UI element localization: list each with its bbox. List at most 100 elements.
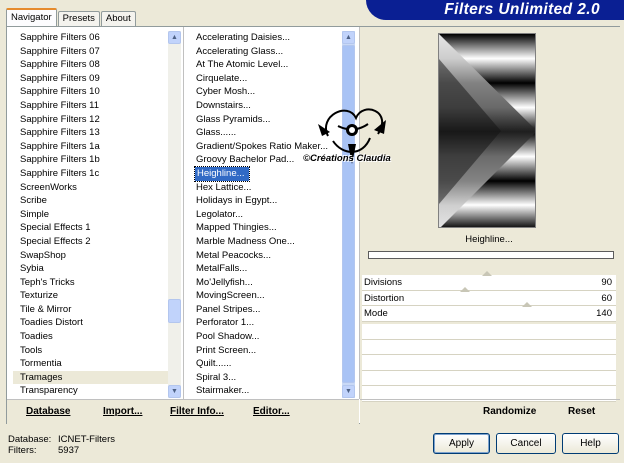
category-item[interactable]: Texturize <box>13 289 173 303</box>
parameter-value: 90 <box>601 277 612 288</box>
database-value: ICNET-Filters <box>58 434 115 445</box>
filter-item[interactable]: MetalFalls... <box>189 262 344 276</box>
empty-parameter-rows <box>362 324 616 402</box>
parameter-list: Divisions 90 Distortion 60 Mode 140 <box>362 271 616 322</box>
filters-label: Filters: <box>8 445 37 456</box>
category-item[interactable]: Tools <box>13 344 173 358</box>
category-item[interactable]: Simple <box>13 208 173 222</box>
import-button[interactable]: Import... <box>103 406 142 417</box>
filter-item[interactable]: Cirquelate... <box>189 72 344 86</box>
category-item[interactable]: Sapphire Filters 10 <box>13 85 173 99</box>
category-item[interactable]: Tramages <box>13 370 173 385</box>
tab-strip: Navigator Presets About <box>6 8 137 26</box>
parameter-label: Mode <box>364 308 388 319</box>
parameter-value: 140 <box>596 308 612 319</box>
filter-item[interactable]: Pool Shadow... <box>189 330 344 344</box>
category-item[interactable]: Toadies <box>13 330 173 344</box>
filter-item[interactable]: Panel Stripes... <box>189 303 344 317</box>
category-item[interactable]: Sapphire Filters 1c <box>13 167 173 181</box>
parameter-label: Distortion <box>364 292 405 304</box>
category-item[interactable]: Sapphire Filters 07 <box>13 45 173 59</box>
filter-item[interactable]: Accelerating Daisies... <box>189 31 344 45</box>
slider-marker-icon[interactable] <box>482 271 492 276</box>
category-item[interactable]: Sapphire Filters 1b <box>13 153 173 167</box>
category-item[interactable]: Teph's Tricks <box>13 276 173 290</box>
filter-item[interactable]: Stairmaker... <box>189 384 344 397</box>
filters-value: 5937 <box>58 445 80 456</box>
tab-navigator[interactable]: Navigator <box>6 8 57 26</box>
preset-buttons: Randomize Reset <box>360 399 620 424</box>
filter-item[interactable]: Quilt...... <box>189 357 344 371</box>
tab-presets[interactable]: Presets <box>57 11 100 26</box>
parameter-row-empty <box>362 355 616 371</box>
randomize-button[interactable]: Randomize <box>483 406 536 417</box>
filter-item[interactable]: Heighline... <box>194 165 250 182</box>
help-button[interactable]: Help <box>562 433 619 454</box>
parameter-row[interactable]: Divisions 90 <box>362 271 616 291</box>
filter-scrollbar[interactable]: ▲ ▼ <box>342 31 355 398</box>
filter-item[interactable]: Marble Madness One... <box>189 235 344 249</box>
scroll-thumb[interactable] <box>168 299 181 323</box>
status-info: Database: ICNET-Filters Filters: 5937 <box>8 434 115 456</box>
apply-button[interactable]: Apply <box>433 433 490 454</box>
category-item[interactable]: Tormentia <box>13 357 173 371</box>
filter-info-button[interactable]: Filter Info... <box>170 406 224 417</box>
navigator-buttons: Database Import... Filter Info... Editor… <box>7 399 359 424</box>
scroll-down-arrow-icon[interactable]: ▼ <box>342 385 355 398</box>
category-item[interactable]: Toadies Distort <box>13 316 173 330</box>
filter-item[interactable]: Legolator... <box>189 208 344 222</box>
filter-list[interactable]: Accelerating Daisies... Accelerating Glas… <box>189 31 344 397</box>
editor-button[interactable]: Editor... <box>253 406 290 417</box>
category-item[interactable]: Scribe <box>13 194 173 208</box>
category-item[interactable]: Sapphire Filters 09 <box>13 72 173 86</box>
filter-item[interactable]: Metal Peacocks... <box>189 249 344 263</box>
category-item[interactable]: Sapphire Filters 08 <box>13 58 173 72</box>
cancel-button[interactable]: Cancel <box>496 433 556 454</box>
category-item[interactable]: Special Effects 1 <box>13 221 173 235</box>
filter-item[interactable]: Accelerating Glass... <box>189 45 344 59</box>
selected-filter-label: Heighline... <box>465 234 513 245</box>
filter-item[interactable]: Holidays in Egypt... <box>189 194 344 208</box>
category-item[interactable]: Transparency <box>13 384 173 397</box>
category-item[interactable]: Sapphire Filters 11 <box>13 99 173 113</box>
category-item[interactable]: Sybia <box>13 262 173 276</box>
category-list[interactable]: Sapphire Filters 06 Sapphire Filters 07 Sa… <box>13 31 173 397</box>
category-item[interactable]: Tile & Mirror <box>13 303 173 317</box>
banner-title: Filters Unlimited 2.0 <box>444 1 600 18</box>
parameter-label: Divisions <box>364 277 403 288</box>
preview-image <box>439 34 535 227</box>
database-label: Database: <box>8 434 52 445</box>
progress-bar <box>368 251 614 259</box>
category-item[interactable]: ScreenWorks <box>13 181 173 195</box>
category-item[interactable]: Sapphire Filters 06 <box>13 31 173 45</box>
filter-item[interactable]: Hex Lattice... <box>189 181 344 195</box>
filter-preview <box>438 33 536 228</box>
tab-about[interactable]: About <box>100 11 136 26</box>
scroll-down-arrow-icon[interactable]: ▼ <box>168 385 181 398</box>
category-item[interactable]: Sapphire Filters 13 <box>13 126 173 140</box>
parameter-row-empty <box>362 370 616 386</box>
scroll-up-arrow-icon[interactable]: ▲ <box>342 31 355 44</box>
watermark-logo <box>318 108 386 164</box>
filter-item[interactable]: Mapped Thingies... <box>189 221 344 235</box>
reset-button[interactable]: Reset <box>568 406 595 417</box>
watermark-text: ©Créations Claudia <box>303 153 391 164</box>
category-scrollbar[interactable]: ▲ ▼ <box>168 31 181 398</box>
slider-marker-icon[interactable] <box>460 286 470 292</box>
filter-item[interactable]: At The Atomic Level... <box>189 58 344 72</box>
category-item[interactable]: Special Effects 2 <box>13 235 173 249</box>
filter-item[interactable]: Print Screen... <box>189 344 344 358</box>
category-item[interactable]: SwapShop <box>13 249 173 263</box>
slider-marker-icon[interactable] <box>522 302 532 307</box>
parameter-row[interactable]: Distortion 60 <box>362 286 616 306</box>
category-item[interactable]: Sapphire Filters 12 <box>13 113 173 127</box>
database-button[interactable]: Database <box>26 406 70 417</box>
filter-item[interactable]: Mo'Jellyfish... <box>189 276 344 290</box>
parameter-row[interactable]: Mode 140 <box>362 302 616 322</box>
filter-item[interactable]: Spiral 3... <box>189 371 344 385</box>
filter-item[interactable]: Perforator 1... <box>189 316 344 330</box>
category-item[interactable]: Sapphire Filters 1a <box>13 140 173 154</box>
scroll-up-arrow-icon[interactable]: ▲ <box>168 31 181 44</box>
preview-panel: Heighline... Divisions 90 Distortion 60 Mode… <box>360 27 620 424</box>
filter-item[interactable]: MovingScreen... <box>189 289 344 303</box>
